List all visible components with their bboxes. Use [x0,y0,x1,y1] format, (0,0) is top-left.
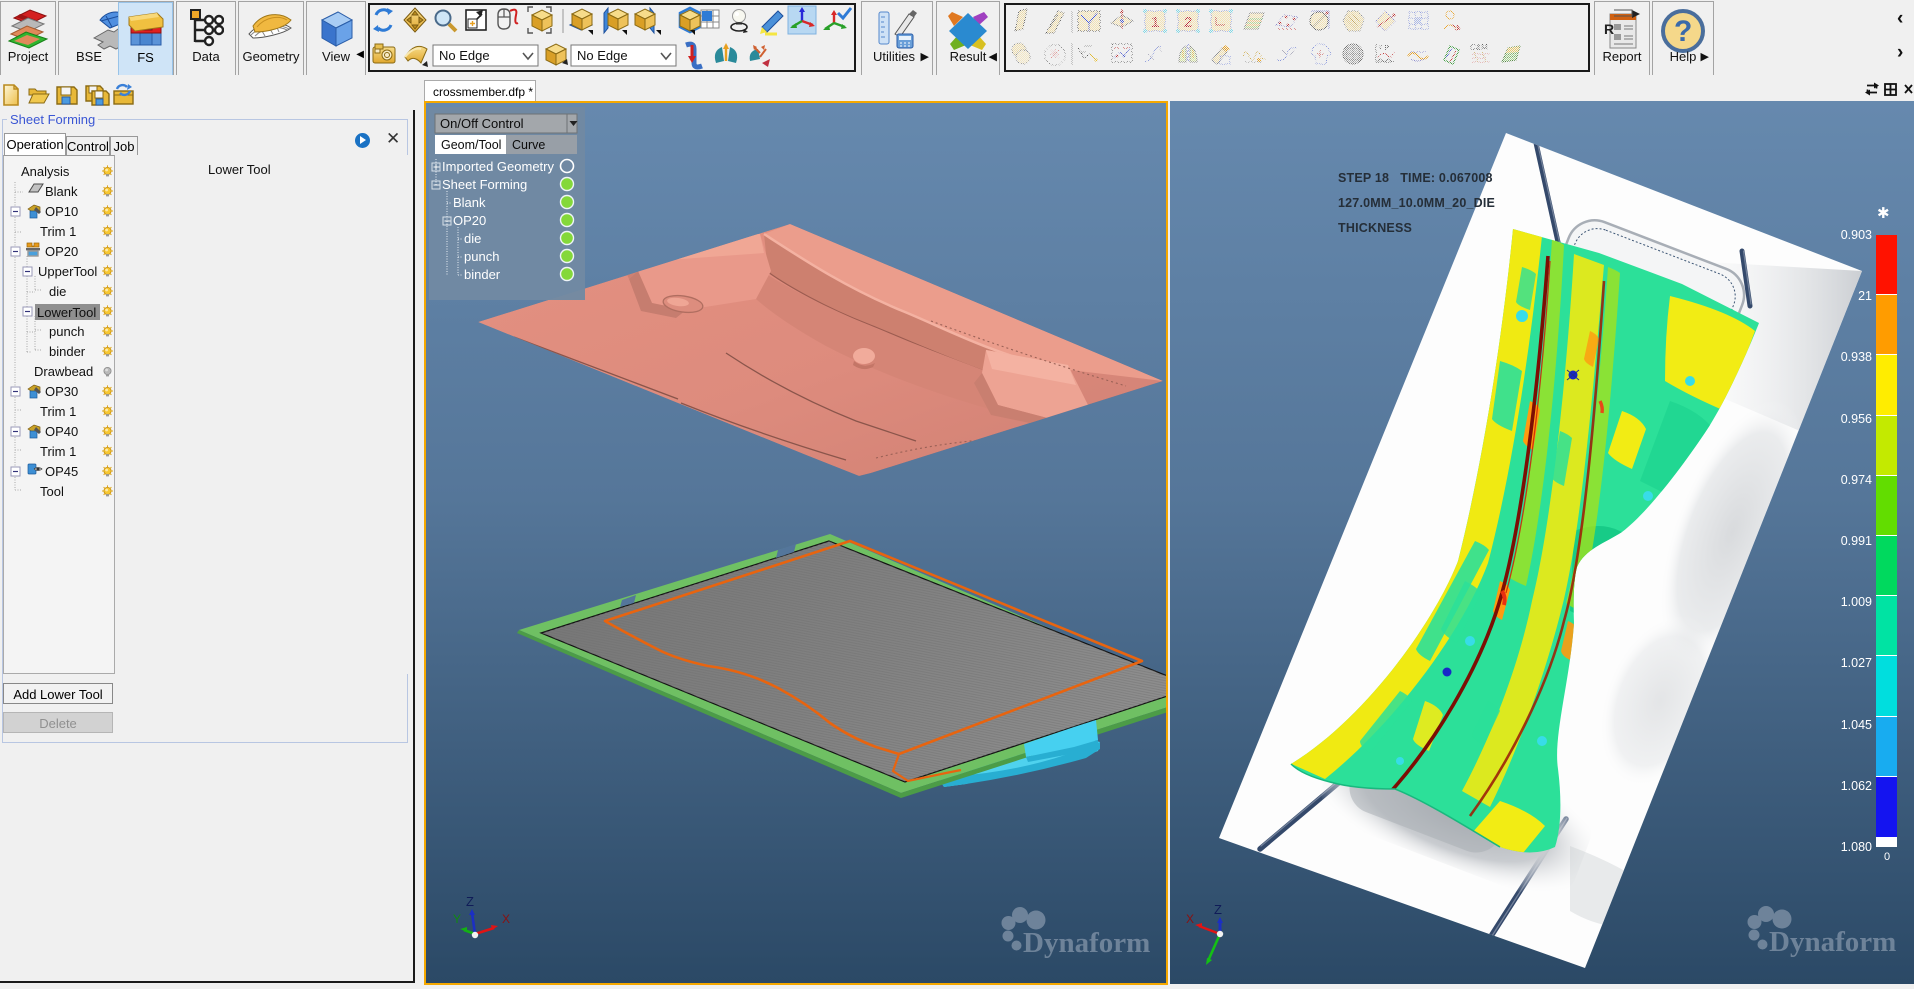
svg-text:X: X [1186,912,1194,926]
svg-text:LowerTool: LowerTool [37,305,96,320]
svg-text:Sheet Forming: Sheet Forming [442,177,527,192]
svg-text:Geom/Tool: Geom/Tool [441,138,501,152]
svg-text:?: ? [1674,15,1692,48]
svg-text:Curve: Curve [512,138,545,152]
svg-text:Trim 1: Trim 1 [40,404,76,419]
svg-text:OP45: OP45 [45,464,78,479]
svg-text:OP20: OP20 [45,244,78,259]
svg-text:Imported Geometry: Imported Geometry [442,159,554,174]
svg-text:OP40: OP40 [45,424,78,439]
svg-text:Z: Z [1214,902,1222,917]
svg-text:UpperTool: UpperTool [38,264,97,279]
svg-text:Blank: Blank [45,184,78,199]
svg-text:OP30: OP30 [45,384,78,399]
svg-text:Trim 1: Trim 1 [40,444,76,459]
svg-text:On/Off Control: On/Off Control [440,116,524,131]
svg-text:Analysis: Analysis [21,164,70,179]
svg-text:Trim 1: Trim 1 [40,224,76,239]
svg-text:R: R [1604,21,1614,37]
svg-text:No Edge: No Edge [577,48,628,63]
svg-text:Tool: Tool [40,484,64,499]
svg-text:Y: Y [453,912,461,926]
svg-text:Blank: Blank [453,195,486,210]
svg-text:OP20: OP20 [453,213,486,228]
svg-text:die: die [464,231,481,246]
svg-text:OP10: OP10 [45,204,78,219]
svg-text:binder: binder [464,267,501,282]
svg-text:Drawbead: Drawbead [34,364,93,379]
svg-text:X: X [502,912,510,926]
svg-text:punch: punch [49,324,84,339]
svg-text:punch: punch [464,249,499,264]
svg-text:die: die [49,284,66,299]
svg-text:Z: Z [466,894,474,909]
svg-text:binder: binder [49,344,86,359]
svg-text:No Edge: No Edge [439,48,490,63]
